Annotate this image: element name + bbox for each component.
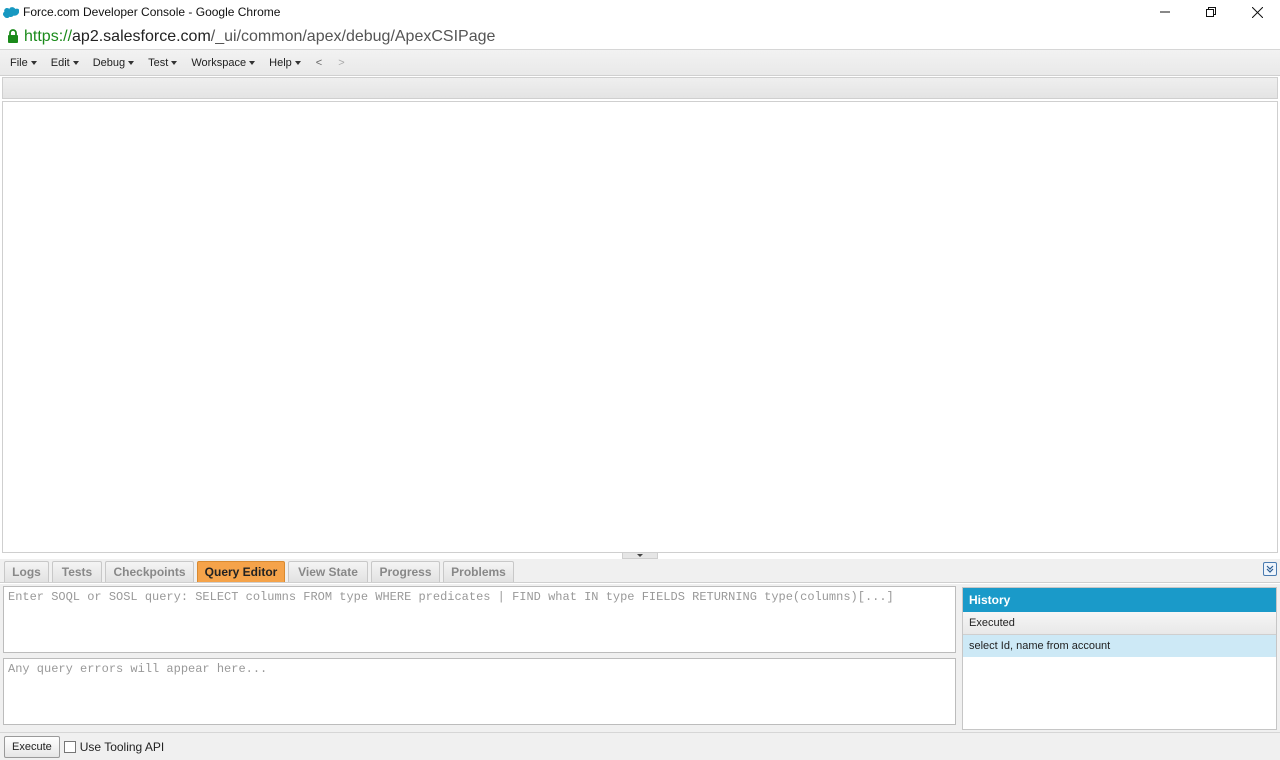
query-editor-panel: Any query errors will appear here... His… (0, 584, 1280, 732)
minimize-button[interactable] (1142, 0, 1188, 24)
chevron-down-icon (72, 60, 79, 65)
execute-button[interactable]: Execute (4, 735, 60, 758)
tab-progress[interactable]: Progress (371, 561, 440, 582)
tab-logs[interactable]: Logs (4, 561, 49, 582)
url-host: ap2.salesforce.com (72, 27, 211, 45)
lock-icon (8, 29, 18, 43)
history-panel: History Executed select Id, name from ac… (962, 587, 1277, 730)
menu-help-label: Help (269, 56, 292, 69)
window-title: Force.com Developer Console - Google Chr… (23, 5, 281, 19)
tab-problems[interactable]: Problems (443, 561, 514, 582)
history-column-executed[interactable]: Executed (963, 612, 1276, 635)
menu-file[interactable]: File (3, 50, 44, 76)
menu-edit[interactable]: Edit (44, 50, 86, 76)
minimize-icon (1160, 11, 1170, 13)
tab-tests[interactable]: Tests (52, 561, 102, 582)
menu-help[interactable]: Help (262, 50, 308, 76)
history-row[interactable]: select Id, name from account (963, 635, 1276, 657)
editor-area[interactable] (2, 101, 1278, 553)
menu-test-label: Test (148, 56, 169, 69)
query-action-bar: Execute Use Tooling API (0, 732, 1280, 760)
menu-file-label: File (10, 56, 28, 69)
tab-view-state[interactable]: View State (288, 561, 368, 582)
tab-checkpoints[interactable]: Checkpoints (105, 561, 194, 582)
menu-workspace[interactable]: Workspace (184, 50, 262, 76)
url-scheme: https:// (24, 27, 73, 45)
editor-tab-strip (2, 77, 1278, 99)
menu-debug-label: Debug (92, 56, 126, 69)
window-titlebar: Force.com Developer Console - Google Chr… (0, 0, 1280, 24)
use-tooling-api-label[interactable]: Use Tooling API (80, 740, 165, 754)
salesforce-cloud-icon (3, 6, 19, 18)
tab-query-editor[interactable]: Query Editor (197, 561, 285, 582)
menu-test[interactable]: Test (141, 50, 184, 76)
nav-back-button[interactable]: < (308, 50, 330, 76)
chevron-down-icon (294, 60, 301, 65)
history-title: History (963, 588, 1276, 612)
collapse-panel-button[interactable] (1263, 562, 1277, 576)
query-errors-box: Any query errors will appear here... (3, 658, 956, 725)
query-input[interactable] (3, 586, 956, 653)
menu-debug[interactable]: Debug (86, 50, 141, 76)
menu-edit-label: Edit (50, 56, 70, 69)
double-chevron-down-icon (1266, 565, 1274, 573)
url-text[interactable]: https://ap2.salesforce.com/_ui/common/ap… (24, 28, 495, 46)
address-bar[interactable]: https://ap2.salesforce.com/_ui/common/ap… (0, 24, 1280, 50)
console-menubar: File Edit Debug Test Workspace Help < > (0, 50, 1280, 76)
bottom-tab-bar: Logs Tests Checkpoints Query Editor View… (0, 559, 1280, 583)
close-button[interactable] (1234, 0, 1280, 24)
chevron-down-icon (30, 60, 37, 65)
use-tooling-api-checkbox[interactable] (63, 740, 76, 753)
restore-icon (1206, 7, 1216, 17)
chevron-down-icon (128, 60, 135, 65)
chevron-down-icon (171, 60, 178, 65)
menu-workspace-label: Workspace (191, 56, 247, 69)
restore-button[interactable] (1188, 0, 1234, 24)
nav-forward-button[interactable]: > (330, 50, 352, 76)
url-path: /_ui/common/apex/debug/ApexCSIPage (210, 27, 496, 45)
close-icon (1251, 6, 1263, 18)
chevron-down-icon (637, 554, 643, 557)
chevron-down-icon (249, 60, 256, 65)
